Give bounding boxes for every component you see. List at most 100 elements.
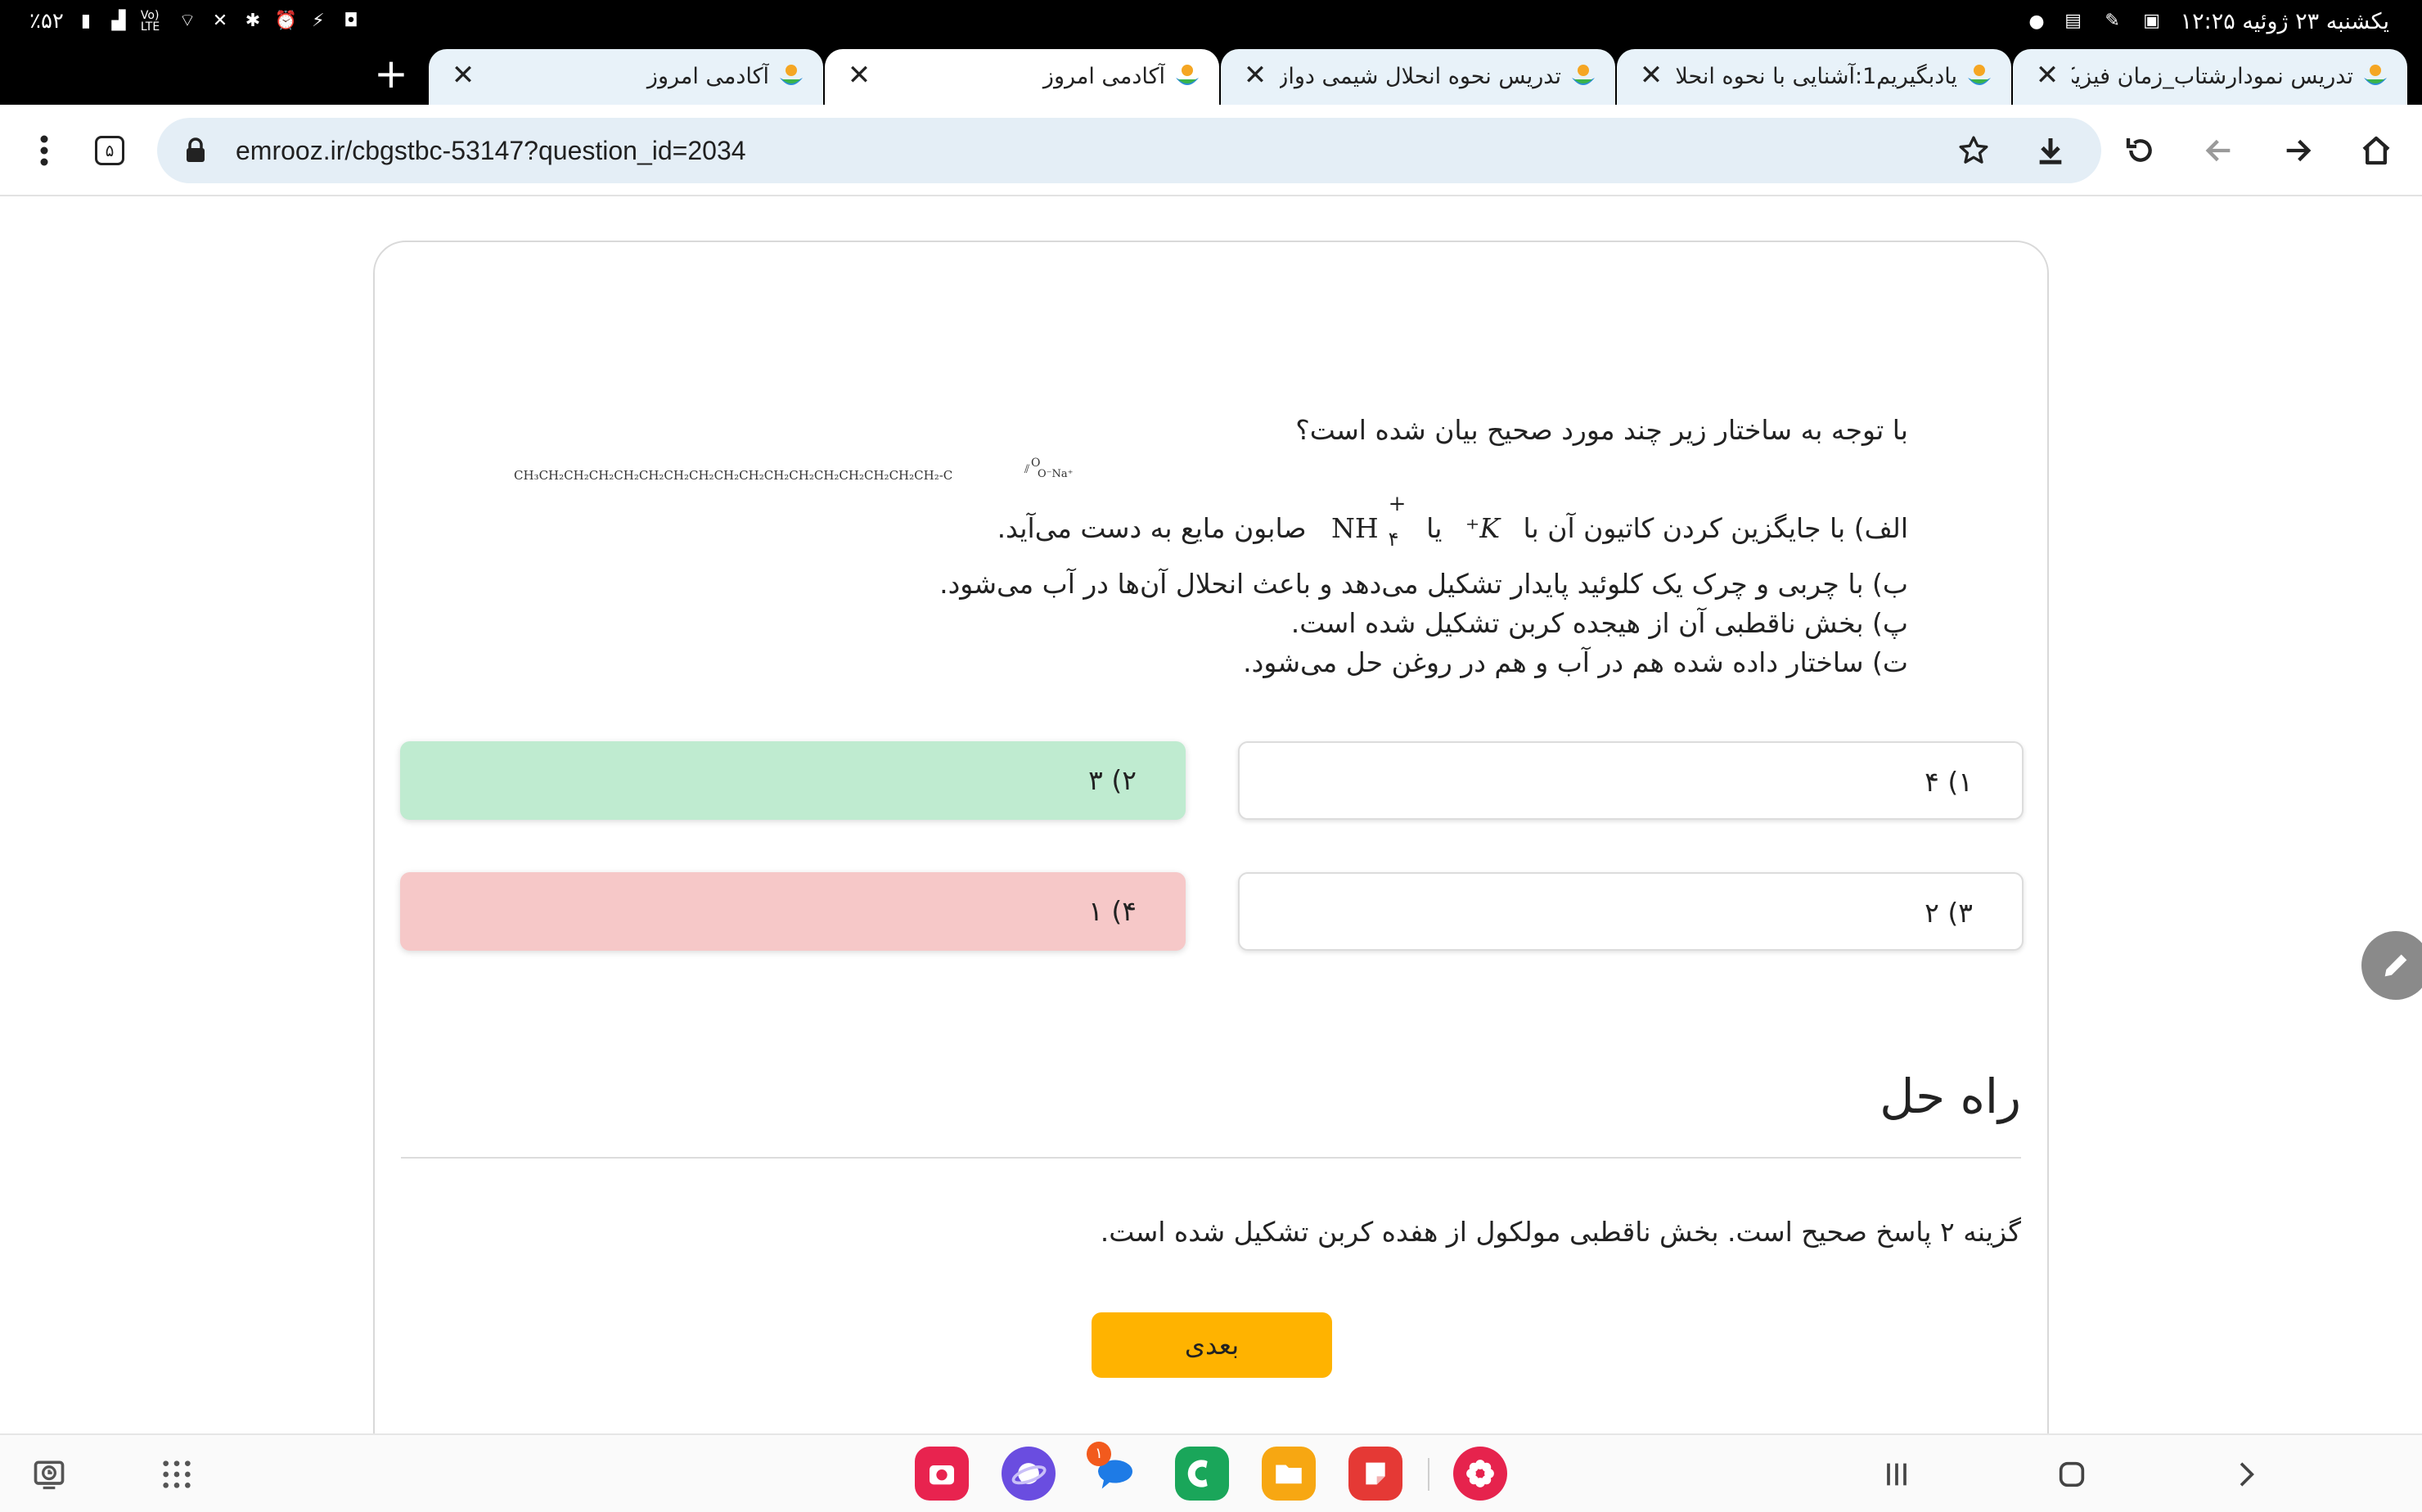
option-3[interactable]: ۳) ۲ [1238, 872, 2024, 951]
option-4-wrong[interactable]: ۴) ۱ [400, 872, 1186, 951]
files-app[interactable] [1262, 1447, 1316, 1501]
statement-t: ت) ساختار داده شده هم در آب و هم در روغن… [1243, 646, 1908, 678]
folder-icon [1276, 1465, 1302, 1484]
screen-time-button[interactable] [28, 1453, 70, 1496]
pen-icon: ✎ [2105, 11, 2120, 31]
note-icon [1366, 1462, 1385, 1485]
formula-double-bond-icon: ⫽ [1024, 463, 1030, 476]
browser-toolbar: ۵ emrooz.ir/cbgstbc-53147?question_id=20… [0, 105, 2422, 196]
address-bar[interactable]: emrooz.ir/cbgstbc-53147?question_id=2034 [157, 118, 2101, 183]
tab-1[interactable]: ✕ تدریس نمودارشتاب_زمان فیزیک دو [2013, 49, 2407, 105]
dock-divider [1428, 1458, 1429, 1491]
system-nav-bar: ۱ [0, 1433, 2422, 1512]
tab-2[interactable]: ✕ یادبگیریم1:آشنایی با نحوه انحلال [1617, 49, 2011, 105]
camera-app[interactable] [915, 1447, 969, 1501]
close-tab-icon[interactable]: ✕ [2031, 59, 2064, 92]
app-drawer-button[interactable] [155, 1453, 198, 1496]
new-tab-button[interactable]: + [360, 49, 422, 98]
status-right: یکشنبه ۲۳ ژوئیه ۱۲:۲۵ ▣ ✎ ▤ ● [2028, 7, 2389, 36]
network-text: Vo) LTE [140, 9, 160, 34]
camera-icon [930, 1465, 954, 1485]
gallery-app[interactable] [1453, 1447, 1507, 1501]
solution-title: راه حل [1880, 1069, 2021, 1124]
close-tab-icon[interactable]: ✕ [447, 59, 479, 92]
next-button[interactable]: بعدی [1092, 1312, 1332, 1378]
home-button[interactable] [2352, 126, 2401, 175]
arrow-right-icon [2286, 139, 2312, 162]
signal-icon: ▟ [111, 11, 126, 31]
bluetooth-icon: ✱ [245, 11, 261, 31]
reload-icon [2126, 138, 2152, 162]
site-favicon-icon [1572, 65, 1595, 85]
site-favicon-icon [1968, 65, 1991, 85]
internet-app[interactable] [1002, 1447, 1056, 1501]
statement-a-k: K⁺ [1465, 512, 1500, 544]
web-content: با توجه به ساختار زیر چند مورد صحیح بیان… [0, 196, 2422, 1512]
notes-app[interactable] [1348, 1447, 1402, 1501]
phone-icon [1187, 1460, 1208, 1487]
forward-button[interactable] [2273, 126, 2322, 175]
recent-apps-button[interactable] [1875, 1453, 1918, 1496]
formula-chain: CH₃CH₂CH₂CH₂CH₂CH₂CH₂CH₂CH₂CH₂CH₂CH₂CH₂C… [514, 468, 953, 483]
site-favicon-icon [780, 65, 803, 85]
battery-text: ٪۵۲ [29, 9, 64, 34]
option-1[interactable]: ۱) ۴ [1238, 741, 2024, 820]
dot-icon: ● [2028, 11, 2045, 32]
option-2-correct[interactable]: ۲) ۳ [400, 741, 1186, 820]
bookmark-star-icon[interactable] [1957, 134, 1990, 167]
messages-app[interactable]: ۱ [1087, 1442, 1142, 1501]
flower-icon [1466, 1460, 1494, 1487]
question-title: با توجه به ساختار زیر چند مورد صحیح بیان… [1295, 414, 1908, 446]
apps-grid-icon [163, 1460, 191, 1488]
back-nav-button[interactable] [2224, 1453, 2267, 1496]
close-tab-icon[interactable]: ✕ [1635, 59, 1668, 92]
solution-text: گزینه ۲ پاسخ صحیح است. بخش ناقطبی مولکول… [1100, 1216, 2021, 1248]
planet-icon [1011, 1463, 1047, 1485]
notification-badge: ۱ [1087, 1442, 1111, 1466]
home-icon [2362, 136, 2390, 165]
back-button[interactable] [2195, 126, 2244, 175]
nh-charge: + [1388, 492, 1407, 516]
recents-icon [1887, 1463, 1907, 1486]
statement-a-nh: NH +۴ [1331, 492, 1406, 551]
datetime: یکشنبه ۲۳ ژوئیه ۱۲:۲۵ [2180, 8, 2389, 34]
flashlight-icon: ⚡ [312, 11, 325, 31]
statement-a-post: صابون مایع به دست می‌آید. [997, 512, 1307, 544]
gallery-icon: ▣ [2143, 11, 2160, 31]
tab-5[interactable]: ✕ آکادمی امروز [429, 49, 823, 105]
solution-divider [401, 1157, 2021, 1159]
close-tab-icon[interactable]: ✕ [1239, 59, 1272, 92]
tab-title: آکادمی امروز [646, 64, 769, 89]
site-favicon-icon [1176, 65, 1199, 85]
formula-salt: O⁻Na⁺ [1038, 468, 1074, 480]
status-bar: ٪۵۲ ▮ ▟ Vo) LTE ⌔ ✕ ✱ ⏰ ⚡ ◘ یکشنبه ۲۳ ژو… [0, 0, 2422, 43]
screen-time-icon [34, 1460, 65, 1490]
statement-a-or: یا [1426, 512, 1443, 544]
statement-a-pre: الف) با جایگزین کردن کاتیون آن با [1523, 512, 1909, 544]
menu-button[interactable] [20, 126, 69, 175]
tab-switcher-icon: ۵ [95, 136, 124, 165]
url-text[interactable]: emrooz.ir/cbgstbc-53147?question_id=2034 [236, 133, 746, 169]
tab-title: تدریس نمودارشتاب_زمان فیزیک دو [2072, 64, 2353, 89]
home-nav-button[interactable] [2051, 1453, 2093, 1496]
tab-4-active[interactable]: ✕ آکادمی امروز [825, 49, 1219, 105]
close-tab-icon[interactable]: ✕ [843, 59, 876, 92]
download-icon[interactable] [2034, 134, 2067, 167]
tab-switcher-button[interactable]: ۵ [85, 126, 134, 175]
site-favicon-icon [2364, 65, 2387, 85]
statement-a: الف) با جایگزین کردن کاتیون آن با K⁺ یا … [926, 492, 1909, 551]
status-left: ٪۵۲ ▮ ▟ Vo) LTE ⌔ ✕ ✱ ⏰ ⚡ ◘ [29, 7, 362, 36]
notification-icon: ▤ [2064, 11, 2082, 31]
edit-fab[interactable] [2361, 931, 2422, 1000]
battery-icon: ▮ [80, 11, 91, 31]
phone-app[interactable] [1175, 1447, 1229, 1501]
pencil-icon [2384, 954, 2407, 977]
mute-icon: ✕ [212, 11, 228, 31]
chemical-structure: CH₃CH₂CH₂CH₂CH₂CH₂CH₂CH₂CH₂CH₂CH₂CH₂CH₂C… [514, 457, 1136, 489]
chevron-right-icon [2240, 1462, 2254, 1487]
nh-subscript: ۴ [1388, 528, 1399, 551]
tab-3[interactable]: ✕ تدریس نحوه انحلال شیمی دوازدهم [1221, 49, 1615, 105]
reload-button[interactable] [2116, 126, 2165, 175]
wifi-icon: ⌔ [178, 11, 196, 31]
tab-title: تدریس نحوه انحلال شیمی دوازدهم [1280, 64, 1561, 89]
